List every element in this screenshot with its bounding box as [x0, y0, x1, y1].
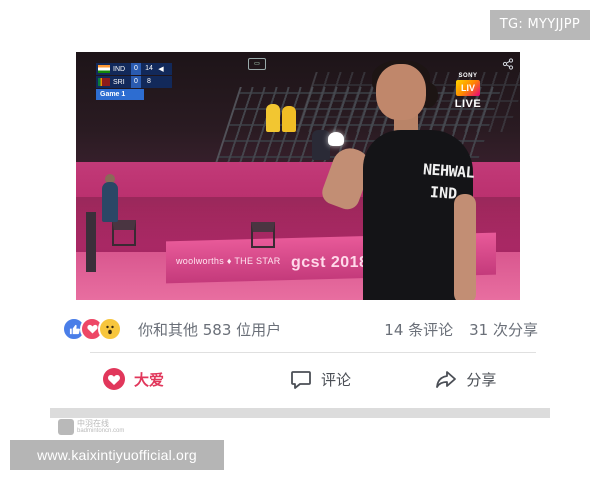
share-count[interactable]: 31 次分享	[469, 319, 538, 340]
divider	[90, 352, 536, 353]
share-button[interactable]: 分享	[393, 359, 538, 399]
chair	[112, 220, 136, 246]
reaction-summary-text[interactable]: 你和其他 583 位用户	[138, 319, 281, 340]
video-player[interactable]: woolworths ♦ THE STAR gcst 2018 NEHWAL I…	[76, 52, 520, 300]
heart-icon	[103, 368, 125, 390]
share-label: 分享	[466, 370, 497, 389]
live-label: LIVE	[454, 98, 482, 110]
team-name: IND	[113, 65, 126, 73]
separator-bar	[50, 408, 550, 418]
game-label: Game 1	[96, 89, 144, 100]
points: 8	[147, 78, 151, 85]
comment-count[interactable]: 14 条评论	[384, 319, 453, 340]
chair	[251, 222, 275, 248]
serve-indicator-icon: ◀	[158, 66, 164, 73]
site-url-banner[interactable]: www.kaixintiyuofficial.org	[10, 440, 224, 470]
broadcaster-mark: LIV	[456, 80, 480, 96]
line-judge	[102, 182, 118, 222]
score-row-ind: IND 0 14 ◀	[96, 63, 172, 75]
player-right-arm	[454, 194, 476, 300]
watermark-sub: badmintoncn.com	[77, 428, 125, 434]
action-bar: 大爱 评论 分享	[62, 358, 538, 400]
score-row-sri: SRI 0 8	[96, 76, 172, 88]
watermark-logo: 中羽在线 badmintoncn.com	[58, 418, 168, 436]
share-arrow-icon	[436, 371, 457, 388]
player-head	[376, 64, 426, 120]
spectator	[266, 104, 280, 132]
scoreboard: IND 0 14 ◀ SRI 0 8 Game 1	[96, 63, 172, 100]
broadcaster-logo: SONY LIV LIVE	[450, 73, 486, 110]
india-flag-icon	[98, 65, 110, 73]
comment-label: 评论	[320, 370, 351, 389]
shirt-country: IND	[429, 183, 458, 203]
watermark-main: 中羽在线	[77, 419, 109, 428]
broadcaster-brand: SONY	[458, 73, 478, 79]
spectator	[312, 130, 330, 160]
love-label: 大爱	[134, 370, 165, 389]
tg-tag: TG: MYYJJPP	[489, 10, 590, 40]
love-reaction-button[interactable]: 大爱	[62, 359, 247, 399]
sri-lanka-flag-icon	[98, 78, 110, 86]
points: 14	[145, 65, 153, 72]
team-name: SRI	[113, 78, 125, 86]
spectator	[282, 106, 296, 132]
comment-button[interactable]: 评论	[247, 359, 392, 399]
watermark-text: 中羽在线 badmintoncn.com	[77, 419, 124, 435]
reaction-icons[interactable]	[62, 317, 122, 341]
comment-icon	[291, 371, 311, 389]
reaction-summary-row: 你和其他 583 位用户 14 条评论 31 次分享	[62, 316, 538, 342]
watermark-mark-icon	[58, 419, 74, 435]
wow-icon	[98, 317, 122, 341]
games-won: 0	[131, 76, 141, 88]
shuttlecock	[328, 132, 344, 146]
screenshot-frame: TG: MYYJJPP woolworths ♦ THE STAR gcst 2…	[0, 0, 600, 480]
engagement-counts: 14 条评论 31 次分享	[384, 319, 538, 340]
shirt-name: NEHWAL	[422, 160, 475, 182]
closed-caption-icon: ▭	[248, 58, 266, 70]
ad-board-sponsors: woolworths ♦ THE STAR	[176, 256, 281, 266]
ad-board-text: gcst 2018	[291, 254, 369, 271]
games-won: 0	[131, 63, 141, 75]
share-icon[interactable]	[502, 58, 514, 70]
net-post	[86, 212, 96, 272]
